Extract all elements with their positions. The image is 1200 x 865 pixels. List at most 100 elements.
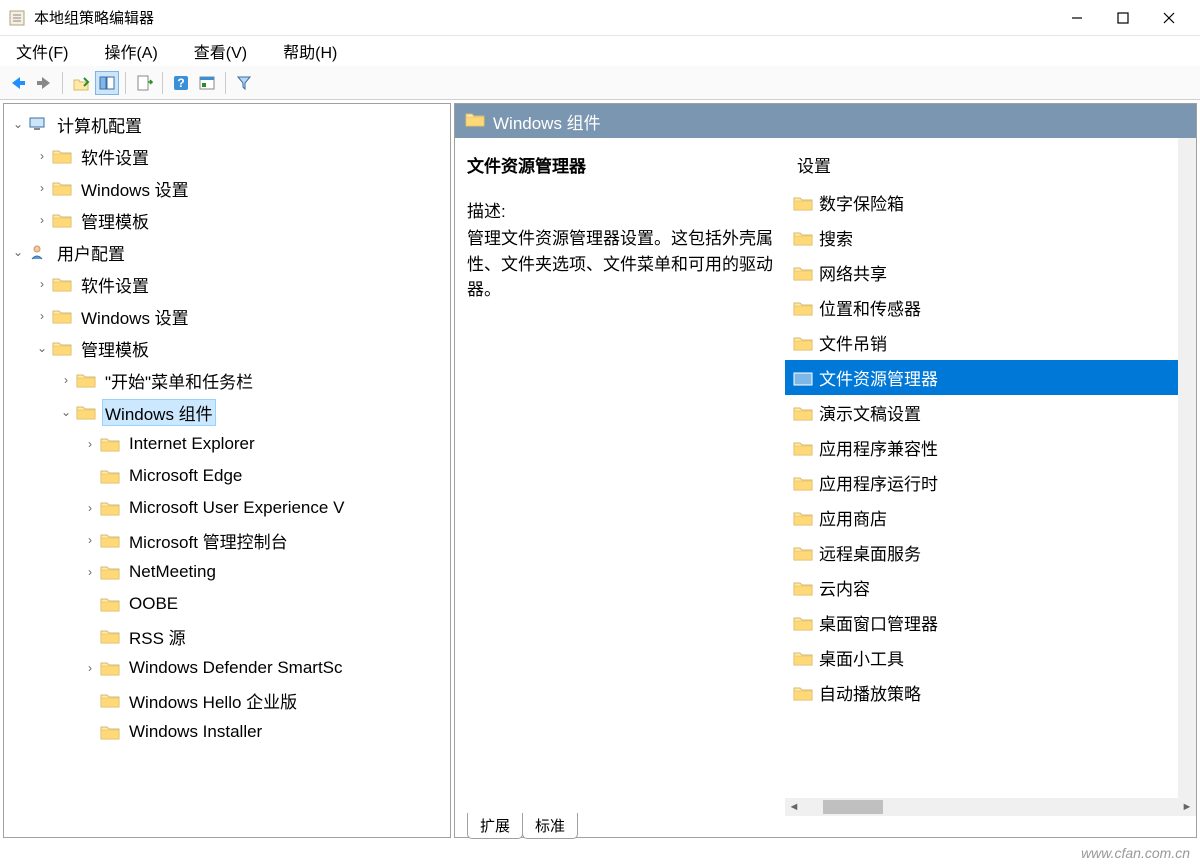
properties-button[interactable] — [195, 71, 219, 95]
export-button[interactable] — [132, 71, 156, 95]
tree-mue[interactable]: › Microsoft User Experience V — [4, 492, 450, 524]
folder-icon — [793, 334, 813, 352]
tree-user-config[interactable]: ⌄ 用户配置 — [4, 236, 450, 268]
list-item[interactable]: 自动播放策略 — [785, 675, 1196, 710]
chevron-down-icon[interactable]: ⌄ — [8, 245, 28, 259]
chevron-right-icon[interactable]: › — [32, 181, 52, 195]
selected-item-heading: 文件资源管理器 — [467, 152, 773, 177]
tree-mmc[interactable]: › Microsoft 管理控制台 — [4, 524, 450, 556]
chevron-right-icon[interactable]: › — [56, 373, 76, 387]
menu-action[interactable]: 操作(A) — [96, 35, 165, 67]
chevron-right-icon[interactable]: › — [32, 309, 52, 323]
list-item-label: 桌面小工具 — [819, 645, 904, 670]
scroll-thumb[interactable] — [823, 800, 883, 814]
separator — [162, 72, 163, 94]
tree-ie[interactable]: › Internet Explorer — [4, 428, 450, 460]
folder-icon — [52, 211, 72, 229]
close-button[interactable] — [1146, 0, 1192, 36]
tree-label: Windows 设置 — [78, 303, 192, 330]
forward-button[interactable] — [32, 71, 56, 95]
list-item[interactable]: 桌面小工具 — [785, 640, 1196, 675]
scroll-right-icon[interactable]: ► — [1178, 801, 1196, 813]
chevron-right-icon[interactable]: › — [80, 437, 100, 451]
chevron-right-icon[interactable]: › — [80, 501, 100, 515]
settings-column-header[interactable]: 设置 — [785, 138, 1196, 185]
tree-computer-config[interactable]: ⌄ 计算机配置 — [4, 108, 450, 140]
tree-admin-templates-2[interactable]: ⌄ 管理模板 — [4, 332, 450, 364]
horizontal-scrollbar[interactable]: ◄ ► — [785, 798, 1196, 816]
folder-icon — [100, 627, 120, 645]
separator — [62, 72, 63, 94]
tree-windows-settings[interactable]: › Windows 设置 — [4, 172, 450, 204]
list-item[interactable]: 演示文稿设置 — [785, 395, 1196, 430]
minimize-button[interactable] — [1054, 0, 1100, 36]
folder-icon — [465, 111, 485, 132]
tree-label: Windows Installer — [126, 721, 265, 743]
tree-oobe[interactable]: OOBE — [4, 588, 450, 620]
menu-file[interactable]: 文件(F) — [8, 35, 76, 67]
tab-extended[interactable]: 扩展 — [467, 813, 523, 839]
list-item[interactable]: 应用程序运行时 — [785, 465, 1196, 500]
tree-defender[interactable]: › Windows Defender SmartSc — [4, 652, 450, 684]
tree-label: NetMeeting — [126, 561, 219, 583]
up-button[interactable] — [69, 71, 93, 95]
tree-netmeeting[interactable]: › NetMeeting — [4, 556, 450, 588]
folder-icon — [793, 194, 813, 212]
folder-icon — [793, 474, 813, 492]
chevron-down-icon[interactable]: ⌄ — [32, 341, 52, 355]
chevron-right-icon[interactable]: › — [80, 565, 100, 579]
vertical-scrollbar[interactable] — [1178, 138, 1196, 798]
list-item[interactable]: 数字保险箱 — [785, 185, 1196, 220]
tree-pane: ⌄ 计算机配置 › 软件设置 › Windows 设置 › 管理模板 ⌄ — [3, 103, 451, 838]
tree-edge[interactable]: Microsoft Edge — [4, 460, 450, 492]
tree-start-taskbar[interactable]: › "开始"菜单和任务栏 — [4, 364, 450, 396]
list-item[interactable]: 应用商店 — [785, 500, 1196, 535]
list-item[interactable]: 文件资源管理器 — [785, 360, 1196, 395]
computer-icon — [28, 115, 48, 133]
detail-header-title: Windows 组件 — [493, 109, 601, 134]
help-button[interactable]: ? — [169, 71, 193, 95]
list-item[interactable]: 远程桌面服务 — [785, 535, 1196, 570]
tree-software-settings-2[interactable]: › 软件设置 — [4, 268, 450, 300]
list-item[interactable]: 位置和传感器 — [785, 290, 1196, 325]
tree-windows-settings-2[interactable]: › Windows 设置 — [4, 300, 450, 332]
list-item[interactable]: 云内容 — [785, 570, 1196, 605]
tab-standard[interactable]: 标准 — [522, 813, 578, 839]
folder-icon — [793, 264, 813, 282]
tree-label: Internet Explorer — [126, 433, 258, 455]
folder-icon — [76, 371, 96, 389]
detail-pane: Windows 组件 文件资源管理器 描述: 管理文件资源管理器设置。这包括外壳… — [454, 103, 1197, 838]
back-button[interactable] — [6, 71, 30, 95]
chevron-right-icon[interactable]: › — [32, 277, 52, 291]
tree-installer[interactable]: Windows Installer — [4, 716, 450, 748]
folder-icon — [100, 691, 120, 709]
list-item-label: 应用程序兼容性 — [819, 435, 938, 460]
window-title: 本地组策略编辑器 — [34, 7, 1054, 28]
chevron-down-icon[interactable]: ⌄ — [56, 405, 76, 419]
filter-button[interactable] — [232, 71, 256, 95]
chevron-right-icon[interactable]: › — [32, 149, 52, 163]
folder-icon — [793, 404, 813, 422]
maximize-button[interactable] — [1100, 0, 1146, 36]
settings-list: 数字保险箱搜索网络共享位置和传感器文件吊销文件资源管理器演示文稿设置应用程序兼容… — [785, 185, 1196, 710]
tree-windows-components[interactable]: ⌄ Windows 组件 — [4, 396, 450, 428]
menu-help[interactable]: 帮助(H) — [275, 35, 345, 67]
title-bar: 本地组策略编辑器 — [0, 0, 1200, 36]
show-hide-tree-button[interactable] — [95, 71, 119, 95]
list-item[interactable]: 文件吊销 — [785, 325, 1196, 360]
chevron-right-icon[interactable]: › — [80, 661, 100, 675]
menu-view[interactable]: 查看(V) — [186, 35, 255, 67]
chevron-right-icon[interactable]: › — [80, 533, 100, 547]
tree-rss[interactable]: RSS 源 — [4, 620, 450, 652]
tree-hello[interactable]: Windows Hello 企业版 — [4, 684, 450, 716]
tree-scroll[interactable]: ⌄ 计算机配置 › 软件设置 › Windows 设置 › 管理模板 ⌄ — [4, 104, 450, 837]
scroll-left-icon[interactable]: ◄ — [785, 801, 803, 813]
list-item[interactable]: 搜索 — [785, 220, 1196, 255]
chevron-right-icon[interactable]: › — [32, 213, 52, 227]
tree-admin-templates[interactable]: › 管理模板 — [4, 204, 450, 236]
chevron-down-icon[interactable]: ⌄ — [8, 117, 28, 131]
list-item[interactable]: 应用程序兼容性 — [785, 430, 1196, 465]
list-item[interactable]: 桌面窗口管理器 — [785, 605, 1196, 640]
tree-software-settings[interactable]: › 软件设置 — [4, 140, 450, 172]
list-item[interactable]: 网络共享 — [785, 255, 1196, 290]
